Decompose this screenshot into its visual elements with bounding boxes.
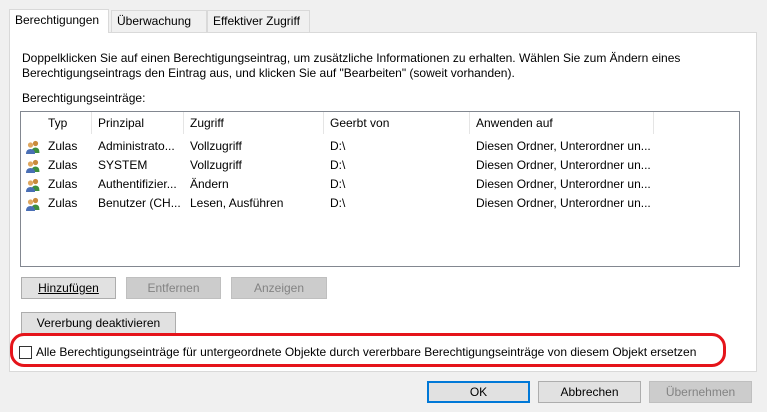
- cell-zugriff: Lesen, Ausführen: [190, 196, 284, 210]
- cell-typ: Zulas: [48, 139, 78, 153]
- cell-typ: Zulas: [48, 177, 78, 191]
- table-row[interactable]: Zulas Benutzer (CH... Lesen, Ausführen D:\ D…: [21, 194, 739, 213]
- cell-prinzipal: SYSTEM: [98, 158, 148, 172]
- cell-anwenden: Diesen Ordner, Unterordner un...: [476, 139, 651, 153]
- ok-button[interactable]: OK: [427, 381, 530, 403]
- column-header-typ[interactable]: Typ: [42, 112, 92, 134]
- user-group-icon: [25, 196, 41, 212]
- tab-ueberwachung[interactable]: Überwachung: [111, 10, 207, 32]
- ok-button-label: OK: [469, 385, 488, 399]
- column-header-zugriff[interactable]: Zugriff: [184, 112, 324, 134]
- column-header-anwenden-auf[interactable]: Anwenden auf: [470, 112, 654, 134]
- tab-berechtigungen[interactable]: Berechtigungen: [9, 9, 109, 33]
- cell-geerbt: D:\: [330, 177, 346, 191]
- cell-prinzipal: Authentifizier...: [98, 177, 177, 191]
- cell-zugriff: Vollzugriff: [190, 158, 242, 172]
- table-row[interactable]: Zulas Authentifizier... Ändern D:\ Diesen Or…: [21, 175, 739, 194]
- column-header-geerbt-von[interactable]: Geerbt von: [324, 112, 470, 134]
- cell-prinzipal: Administrato...: [98, 139, 175, 153]
- cell-anwenden: Diesen Ordner, Unterordner un...: [476, 196, 651, 210]
- entries-label: Berechtigungseinträge:: [22, 91, 146, 105]
- cell-geerbt: D:\: [330, 158, 346, 172]
- cancel-button[interactable]: Abbrechen: [538, 381, 641, 403]
- replace-child-permissions-checkbox[interactable]: [19, 346, 32, 359]
- remove-button-label: Entfernen: [147, 281, 200, 295]
- tab-effektiver-zugriff[interactable]: Effektiver Zugriff: [207, 10, 310, 32]
- cell-typ: Zulas: [48, 158, 78, 172]
- add-button-label: Hinzufügen: [38, 281, 99, 295]
- apply-button[interactable]: Übernehmen: [649, 381, 752, 403]
- cell-anwenden: Diesen Ordner, Unterordner un...: [476, 177, 651, 191]
- cell-geerbt: D:\: [330, 139, 346, 153]
- remove-button[interactable]: Entfernen: [126, 277, 221, 299]
- cell-typ: Zulas: [48, 196, 78, 210]
- description-line-2: Berechtigungseintrags den Eintrag aus, u…: [22, 66, 515, 80]
- tab-label: Überwachung: [117, 14, 192, 28]
- user-group-icon: [25, 177, 41, 193]
- description-line-1: Doppelklicken Sie auf einen Berechtigung…: [22, 51, 681, 65]
- cell-zugriff: Vollzugriff: [190, 139, 242, 153]
- disable-inheritance-label: Vererbung deaktivieren: [36, 316, 161, 330]
- cell-geerbt: D:\: [330, 196, 346, 210]
- table-row[interactable]: Zulas SYSTEM Vollzugriff D:\ Diesen Ordner, …: [21, 156, 739, 175]
- tab-label: Berechtigungen: [15, 13, 100, 27]
- cancel-button-label: Abbrechen: [560, 385, 619, 399]
- table-row[interactable]: Zulas Administrato... Vollzugriff D:\ Diesen…: [21, 137, 739, 156]
- tab-label: Effektiver Zugriff: [213, 14, 300, 28]
- disable-inheritance-button[interactable]: Vererbung deaktivieren: [21, 312, 176, 334]
- cell-prinzipal: Benutzer (CH...: [98, 196, 181, 210]
- column-header-prinzipal[interactable]: Prinzipal: [92, 112, 184, 134]
- replace-child-permissions-label[interactable]: Alle Berechtigungseinträge für untergeor…: [36, 345, 696, 359]
- cell-zugriff: Ändern: [190, 177, 229, 191]
- view-button[interactable]: Anzeigen: [231, 277, 327, 299]
- cell-anwenden: Diesen Ordner, Unterordner un...: [476, 158, 651, 172]
- user-group-icon: [25, 158, 41, 174]
- view-button-label: Anzeigen: [253, 281, 305, 295]
- apply-button-label: Übernehmen: [665, 385, 736, 399]
- user-group-icon: [25, 139, 41, 155]
- add-button[interactable]: Hinzufügen: [21, 277, 116, 299]
- permission-entries-list[interactable]: Typ Prinzipal Zugriff Geerbt von Anwende…: [20, 111, 740, 267]
